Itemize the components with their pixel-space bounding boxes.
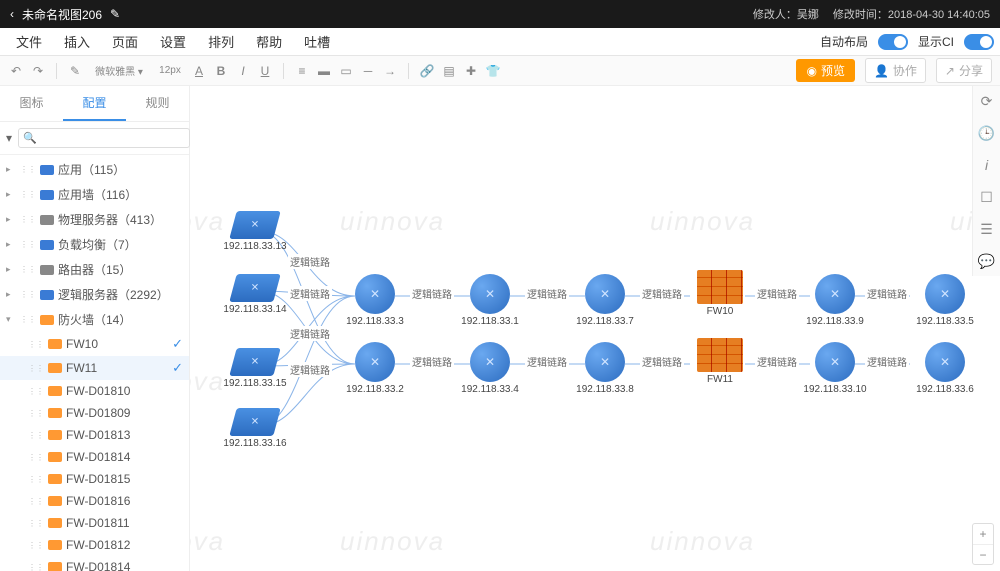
zoom-control: + − [972, 523, 994, 565]
shape-icon[interactable]: ✚ [463, 63, 479, 79]
menu-help[interactable]: 帮助 [246, 28, 292, 55]
menu-insert[interactable]: 插入 [54, 28, 100, 55]
clock-icon[interactable]: 🕒 [978, 124, 996, 142]
refresh-icon[interactable]: ⟳ [978, 92, 996, 110]
edit-title-icon[interactable]: ✎ [110, 7, 120, 21]
tab-config[interactable]: 配置 [63, 86, 126, 121]
preview-button[interactable]: ◉ 预览 [796, 59, 855, 82]
search-input[interactable] [18, 128, 190, 148]
node-router[interactable]: 192.118.33.1 [455, 274, 525, 327]
show-ci-label: 显示CI [918, 33, 954, 50]
tab-icons[interactable]: 图标 [0, 86, 63, 121]
info-icon[interactable]: i [978, 156, 996, 174]
tree-category[interactable]: ▾⋮⋮防火墙（14） [0, 307, 189, 332]
node-firewall[interactable]: FW11 [685, 338, 755, 385]
chat-icon[interactable]: 💬 [978, 252, 996, 270]
node-router[interactable]: 192.118.33.10 [800, 342, 870, 395]
arrow-icon[interactable]: → [382, 63, 398, 79]
auto-layout-toggle[interactable] [878, 34, 908, 50]
zoom-out-button[interactable]: − [973, 544, 993, 564]
tree-category[interactable]: ▸⋮⋮应用墙（116） [0, 182, 189, 207]
tree-item[interactable]: ⋮⋮FW-D01813 [0, 424, 189, 446]
font-color-icon[interactable]: A [191, 63, 207, 79]
underline-icon[interactable]: U [257, 63, 273, 79]
font-size-dd[interactable]: 12px [155, 63, 185, 79]
tree-item[interactable]: ⋮⋮FW-D01814 [0, 446, 189, 468]
share-button[interactable]: ↗ 分享 [936, 58, 992, 83]
tree[interactable]: ▸⋮⋮应用（115）▸⋮⋮应用墙（116）▸⋮⋮物理服务器（413）▸⋮⋮负载均… [0, 155, 189, 571]
tree-category[interactable]: ▸⋮⋮逻辑服务器（2292） [0, 282, 189, 307]
node-switch[interactable]: 192.118.33.14 [220, 274, 290, 315]
node-router[interactable]: 192.118.33.6 [910, 342, 980, 395]
tree-category[interactable]: ▸⋮⋮应用（115） [0, 157, 189, 182]
node-switch[interactable]: 192.118.33.13 [220, 211, 290, 252]
line-style-icon[interactable]: ─ [360, 63, 376, 79]
format-paint-icon[interactable]: ✎ [67, 63, 83, 79]
show-ci-toggle[interactable] [964, 34, 994, 50]
tree-item[interactable]: ⋮⋮FW-D01810 [0, 380, 189, 402]
menu-file[interactable]: 文件 [6, 28, 52, 55]
layer-icon[interactable]: ▤ [441, 63, 457, 79]
tree-category[interactable]: ▸⋮⋮路由器（15） [0, 257, 189, 282]
node-router[interactable]: 192.118.33.9 [800, 274, 870, 327]
tab-rules[interactable]: 规则 [126, 86, 189, 121]
tree-category[interactable]: ▸⋮⋮负载均衡（7） [0, 232, 189, 257]
menu-page[interactable]: 页面 [102, 28, 148, 55]
italic-icon[interactable]: I [235, 63, 251, 79]
border-icon[interactable]: ▭ [338, 63, 354, 79]
tree-item[interactable]: ⋮⋮FW-D01814 [0, 556, 189, 571]
tree-category[interactable]: ▸⋮⋮物理服务器（413） [0, 207, 189, 232]
node-switch[interactable]: 192.118.33.15 [220, 348, 290, 389]
node-switch[interactable]: 192.118.33.16 [220, 408, 290, 449]
tree-item[interactable]: ⋮⋮FW-D01815 [0, 468, 189, 490]
fill-icon[interactable]: ▬ [316, 63, 332, 79]
filter-dropdown-icon[interactable]: ▾ [6, 129, 12, 147]
sidebar-tabs: 图标 配置 规则 [0, 86, 189, 122]
menu-settings[interactable]: 设置 [150, 28, 196, 55]
save-icon[interactable]: ☐ [978, 188, 996, 206]
menu-feedback[interactable]: 吐槽 [294, 28, 340, 55]
redo-icon[interactable]: ↷ [30, 63, 46, 79]
style-icon[interactable]: 👕 [485, 63, 501, 79]
node-router[interactable]: 192.118.33.8 [570, 342, 640, 395]
sidebar: 图标 配置 规则 ▾ 🔍 ▸⋮⋮应用（115）▸⋮⋮应用墙（116）▸⋮⋮物理服… [0, 86, 190, 571]
node-router[interactable]: 192.118.33.2 [340, 342, 410, 395]
canvas[interactable]: uinnova uinnova uinnova uinnova uinnova … [190, 86, 1000, 571]
list-icon[interactable]: ☰ [978, 220, 996, 238]
node-firewall[interactable]: FW10 [685, 270, 755, 317]
tree-item[interactable]: ⋮⋮FW-D01816 [0, 490, 189, 512]
zoom-in-button[interactable]: + [973, 524, 993, 544]
tree-item[interactable]: ⋮⋮FW10✓ [0, 332, 189, 356]
node-router[interactable]: 192.118.33.5 [910, 274, 980, 327]
node-router[interactable]: 192.118.33.3 [340, 274, 410, 327]
view-title: 未命名视图206 [22, 6, 102, 23]
tree-item[interactable]: ⋮⋮FW-D01809 [0, 402, 189, 424]
node-router[interactable]: 192.118.33.4 [455, 342, 525, 395]
toolbar: ↶ ↷ ✎ 微软雅黑 ▾ 12px A B I U ≡ ▬ ▭ ─ → 🔗 ▤ … [0, 56, 1000, 86]
tree-item[interactable]: ⋮⋮FW-D01811 [0, 512, 189, 534]
titlebar: ‹ 未命名视图206 ✎ 修改人：吴娜 修改时间：2018-04-30 14:4… [0, 0, 1000, 28]
align-icon[interactable]: ≡ [294, 63, 310, 79]
collab-button[interactable]: 👤 协作 [865, 58, 926, 83]
bold-icon[interactable]: B [213, 63, 229, 79]
right-toolbar: ⟳ 🕒 i ☐ ☰ 💬 [972, 86, 1000, 276]
auto-layout-label: 自动布局 [820, 33, 868, 50]
menu-arrange[interactable]: 排列 [198, 28, 244, 55]
undo-icon[interactable]: ↶ [8, 63, 24, 79]
node-router[interactable]: 192.118.33.7 [570, 274, 640, 327]
menubar: 文件 插入 页面 设置 排列 帮助 吐槽 自动布局 显示CI [0, 28, 1000, 56]
search-icon: 🔍 [23, 132, 37, 145]
link-icon[interactable]: 🔗 [419, 63, 435, 79]
back-icon[interactable]: ‹ [10, 7, 14, 21]
tree-item[interactable]: ⋮⋮FW11✓ [0, 356, 189, 380]
tree-item[interactable]: ⋮⋮FW-D01812 [0, 534, 189, 556]
font-family-dd[interactable]: 微软雅黑 ▾ [89, 63, 149, 79]
